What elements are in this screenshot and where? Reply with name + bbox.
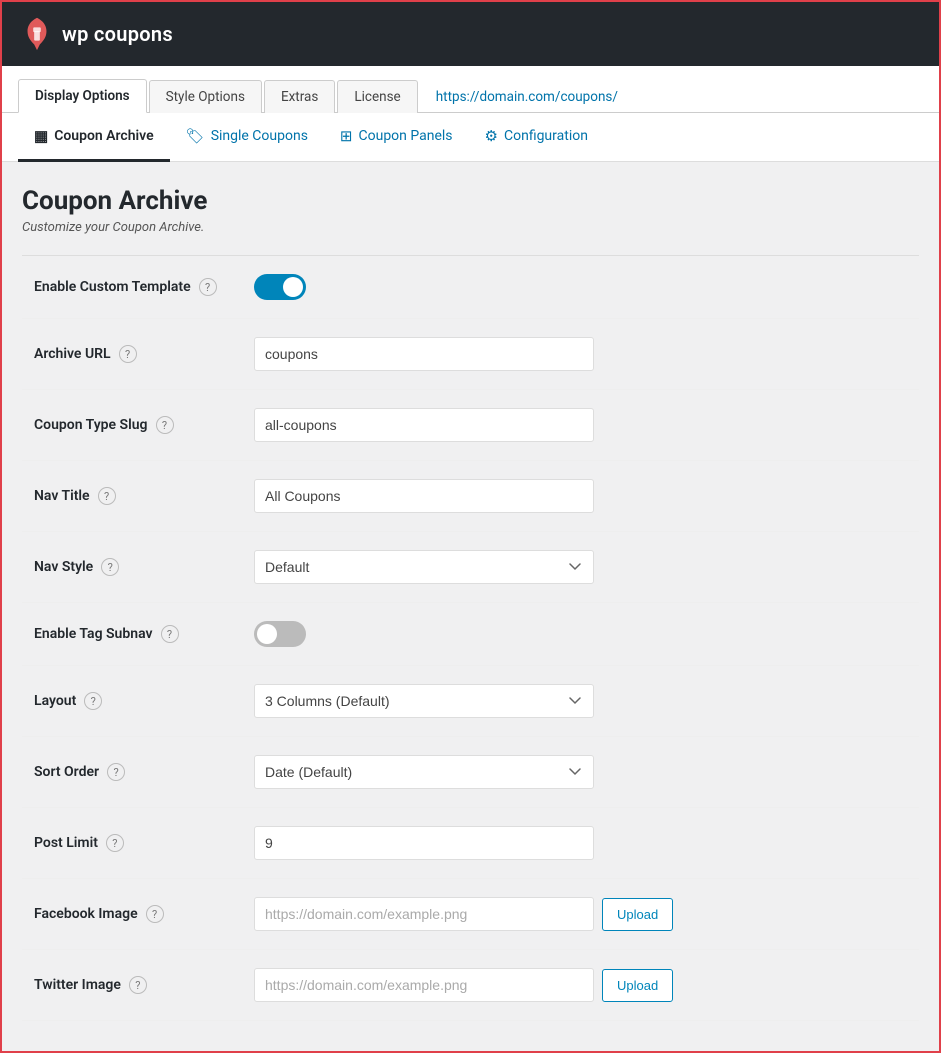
field-control-post-limit <box>242 808 919 879</box>
sub-tab-coupon-archive[interactable]: ▦ Coupon Archive <box>18 113 170 162</box>
help-sort-order[interactable]: ? <box>107 763 125 781</box>
facebook-image-upload-button[interactable]: Upload <box>602 898 673 931</box>
field-label-facebook-image: Facebook Image ? <box>22 879 242 950</box>
facebook-image-group: Upload <box>254 897 907 931</box>
field-label-coupon-type-slug: Coupon Type Slug ? <box>22 390 242 461</box>
field-row-enable-custom-template: Enable Custom Template ? <box>22 256 919 319</box>
tab-extras[interactable]: Extras <box>264 80 335 113</box>
single-coupons-icon: 🏷 <box>186 127 205 145</box>
app-title: wp coupons <box>62 22 173 46</box>
facebook-image-input[interactable] <box>254 897 594 931</box>
nav-style-select[interactable]: Default Minimal Full <box>254 550 594 584</box>
field-control-twitter-image: Upload <box>242 950 919 1021</box>
logo-icon <box>22 16 52 52</box>
field-label-post-limit: Post Limit ? <box>22 808 242 879</box>
layout-select[interactable]: 3 Columns (Default) 2 Columns 1 Column 4… <box>254 684 594 718</box>
help-post-limit[interactable]: ? <box>106 834 124 852</box>
field-label-layout: Layout ? <box>22 666 242 737</box>
app-header: wp coupons <box>2 2 939 66</box>
field-control-nav-title <box>242 461 919 532</box>
help-coupon-type-slug[interactable]: ? <box>156 416 174 434</box>
field-row-archive-url: Archive URL ? <box>22 319 919 390</box>
sub-tab-single-coupons-label: Single Coupons <box>211 128 308 144</box>
field-row-layout: Layout ? 3 Columns (Default) 2 Columns 1… <box>22 666 919 737</box>
sub-tab-single-coupons[interactable]: 🏷 Single Coupons <box>170 113 324 162</box>
help-enable-tag-subnav[interactable]: ? <box>161 625 179 643</box>
field-label-enable-tag-subnav: Enable Tag Subnav ? <box>22 603 242 666</box>
help-layout[interactable]: ? <box>84 692 102 710</box>
field-row-enable-tag-subnav: Enable Tag Subnav ? <box>22 603 919 666</box>
tab-license[interactable]: License <box>337 80 417 113</box>
app-wrapper: wp coupons Display Options Style Options… <box>0 0 941 1053</box>
coupon-panels-icon: ⊞ <box>340 127 353 145</box>
field-row-nav-style: Nav Style ? Default Minimal Full <box>22 532 919 603</box>
field-control-coupon-type-slug <box>242 390 919 461</box>
twitter-image-group: Upload <box>254 968 907 1002</box>
configuration-icon: ⚙ <box>485 127 498 145</box>
field-label-sort-order: Sort Order ? <box>22 737 242 808</box>
coupon-type-slug-input[interactable] <box>254 408 594 442</box>
field-control-facebook-image: Upload <box>242 879 919 950</box>
field-row-sort-order: Sort Order ? Date (Default) Title Random… <box>22 737 919 808</box>
field-row-twitter-image: Twitter Image ? Upload <box>22 950 919 1021</box>
tab-domain-link[interactable]: https://domain.com/coupons/ <box>420 81 634 113</box>
post-limit-input[interactable] <box>254 826 594 860</box>
sub-tab-configuration-label: Configuration <box>504 128 588 144</box>
page-title: Coupon Archive <box>22 186 919 216</box>
field-label-nav-style: Nav Style ? <box>22 532 242 603</box>
field-row-coupon-type-slug: Coupon Type Slug ? <box>22 390 919 461</box>
field-control-enable-custom-template <box>242 256 919 319</box>
sub-tab-coupon-archive-label: Coupon Archive <box>54 128 153 144</box>
toggle-slider-on <box>254 274 306 300</box>
page-subtitle: Customize your Coupon Archive. <box>22 220 919 235</box>
toggle-enable-tag-subnav[interactable] <box>254 621 306 647</box>
tab-style-options[interactable]: Style Options <box>149 80 262 113</box>
archive-url-input[interactable] <box>254 337 594 371</box>
main-content: Coupon Archive Customize your Coupon Arc… <box>2 162 939 1051</box>
sub-tab-bar: ▦ Coupon Archive 🏷 Single Coupons ⊞ Coup… <box>2 113 939 162</box>
main-tab-bar: Display Options Style Options Extras Lic… <box>2 66 939 113</box>
field-control-nav-style: Default Minimal Full <box>242 532 919 603</box>
sub-tab-coupon-panels-label: Coupon Panels <box>359 128 453 144</box>
field-row-nav-title: Nav Title ? <box>22 461 919 532</box>
tab-display-options[interactable]: Display Options <box>18 79 147 113</box>
twitter-image-input[interactable] <box>254 968 594 1002</box>
toggle-slider-off <box>254 621 306 647</box>
field-row-facebook-image: Facebook Image ? Upload <box>22 879 919 950</box>
field-label-archive-url: Archive URL ? <box>22 319 242 390</box>
field-control-sort-order: Date (Default) Title Random Menu Order <box>242 737 919 808</box>
field-label-twitter-image: Twitter Image ? <box>22 950 242 1021</box>
help-archive-url[interactable]: ? <box>119 345 137 363</box>
coupon-archive-icon: ▦ <box>34 127 48 145</box>
field-control-enable-tag-subnav <box>242 603 919 666</box>
settings-form: Enable Custom Template ? <box>22 256 919 1021</box>
sub-tab-coupon-panels[interactable]: ⊞ Coupon Panels <box>324 113 469 162</box>
field-control-archive-url <box>242 319 919 390</box>
field-label-enable-custom-template: Enable Custom Template ? <box>22 256 242 319</box>
help-nav-title[interactable]: ? <box>98 487 116 505</box>
field-row-post-limit: Post Limit ? <box>22 808 919 879</box>
help-twitter-image[interactable]: ? <box>129 976 147 994</box>
toggle-enable-custom-template[interactable] <box>254 274 306 300</box>
sort-order-select[interactable]: Date (Default) Title Random Menu Order <box>254 755 594 789</box>
nav-title-input[interactable] <box>254 479 594 513</box>
sub-tab-configuration[interactable]: ⚙ Configuration <box>469 113 604 162</box>
twitter-image-upload-button[interactable]: Upload <box>602 969 673 1002</box>
help-enable-custom-template[interactable]: ? <box>199 278 217 296</box>
logo-area: wp coupons <box>22 16 173 52</box>
field-control-layout: 3 Columns (Default) 2 Columns 1 Column 4… <box>242 666 919 737</box>
help-nav-style[interactable]: ? <box>101 558 119 576</box>
field-label-nav-title: Nav Title ? <box>22 461 242 532</box>
help-facebook-image[interactable]: ? <box>146 905 164 923</box>
